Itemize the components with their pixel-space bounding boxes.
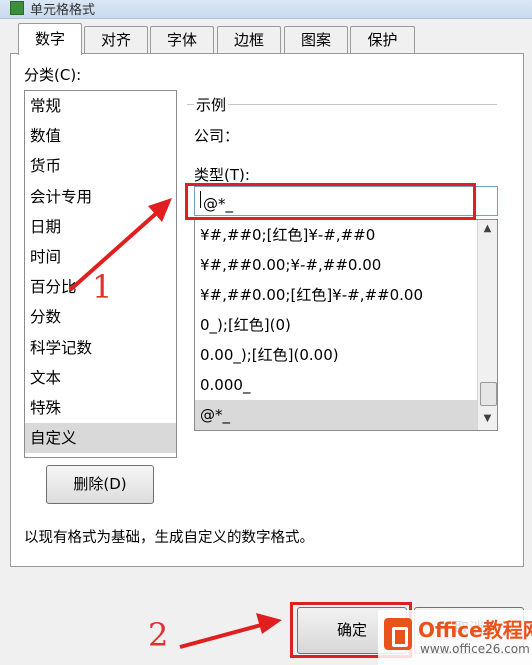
format-list-scrollbar[interactable]: ▲ ▼ [477,220,497,430]
scroll-thumb[interactable] [480,382,497,406]
watermark-site: www.office26.com [420,642,530,656]
category-item-selected[interactable]: 自定义 [25,423,176,454]
category-label: 分类(C): [24,66,82,84]
category-item[interactable]: 文本 [25,363,176,393]
category-item[interactable]: 数值 [25,121,176,151]
office-logo-icon [384,618,412,650]
tab-border[interactable]: 边框 [217,26,281,53]
sample-legend: 示例 [194,94,229,115]
tab-alignment[interactable]: 对齐 [84,26,148,53]
format-item-selected[interactable]: @*_ [195,400,480,430]
sample-group: 示例 公司： [187,94,497,155]
format-item[interactable]: 0.000_ [195,370,480,400]
watermark: Office教程网 www.office26.com [378,610,532,665]
delete-button[interactable]: 删除(D) [46,465,154,504]
sample-text: 公司： [194,127,240,145]
format-description: 以现有格式为基础，生成自定义的数字格式。 [24,530,314,546]
tab-number[interactable]: 数字 [18,23,82,55]
category-item[interactable]: 日期 [25,212,176,242]
arrow-2-head [256,613,282,634]
category-item[interactable]: 货币 [25,151,176,181]
format-item[interactable]: 0.00_);[红色](0.00) [195,340,480,370]
format-item[interactable]: ¥#,##0.00;[红色]¥-#,##0.00 [195,280,480,310]
format-item[interactable]: 0_);[红色](0) [195,310,480,340]
tab-protection[interactable]: 保护 [350,26,415,53]
format-list[interactable]: ¥#,##0;[红色]¥-#,##0 ¥#,##0.00;¥-#,##0.00 … [194,219,498,431]
tab-pattern[interactable]: 图案 [284,26,348,53]
arrow-2-line [179,622,266,649]
category-item[interactable]: 常规 [25,91,176,121]
format-item[interactable]: ¥#,##0;[红色]¥-#,##0 [195,220,480,250]
watermark-brand: Office教程网 [418,618,532,642]
category-item[interactable]: 会计专用 [25,182,176,212]
format-item[interactable]: ¥#,##0.00;¥-#,##0.00 [195,250,480,280]
type-label: 类型(T): [194,166,250,184]
annotation-number-2: 2 [148,616,169,654]
title-bar: 单元格格式 [0,0,532,19]
tab-font[interactable]: 字体 [150,26,214,53]
category-item[interactable]: 特殊 [25,393,176,423]
window-title: 单元格格式 [30,3,96,18]
app-icon [10,1,24,15]
annotation-number-1: 1 [92,268,113,306]
scroll-down-icon[interactable]: ▼ [478,410,497,428]
category-item[interactable]: 分数 [25,302,176,332]
category-item[interactable]: 科学记数 [25,333,176,363]
scroll-up-icon[interactable]: ▲ [478,220,497,238]
highlight-box-type-input [185,183,476,220]
